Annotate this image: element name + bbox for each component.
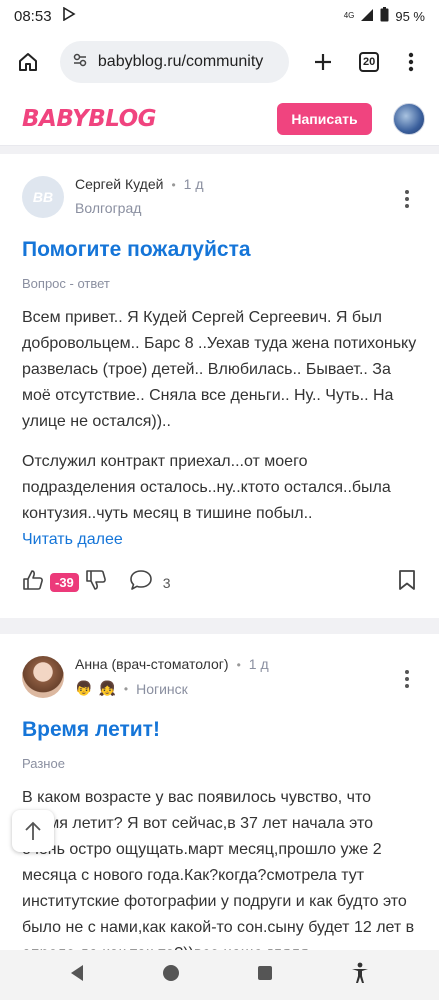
post-paragraph: Отслужил контракт приехал...от моего под… xyxy=(22,453,391,522)
kebab-menu-icon xyxy=(408,52,414,72)
separator-dot: • xyxy=(236,658,241,672)
battery-percent: 95 % xyxy=(395,8,425,24)
arrow-up-icon xyxy=(25,821,41,840)
post-actions: -39 3 xyxy=(22,569,417,596)
post-category[interactable]: Вопрос - ответ xyxy=(22,276,417,291)
post-menu-button[interactable] xyxy=(397,656,417,688)
accessibility-icon[interactable] xyxy=(350,962,370,989)
more-dot xyxy=(405,677,409,681)
author-avatar[interactable] xyxy=(22,656,64,698)
home-button[interactable] xyxy=(8,42,48,82)
post-title[interactable]: Время летит! xyxy=(22,718,417,742)
thumb-up-icon[interactable] xyxy=(22,569,44,596)
post-card: Анна (врач-стоматолог) • 1 д 👦 👧 • Ногинск… xyxy=(0,634,439,954)
author-avatar[interactable]: BB xyxy=(22,176,64,218)
bookmark-icon[interactable] xyxy=(397,569,417,596)
plus-icon xyxy=(315,54,332,70)
site-info-icon[interactable] xyxy=(72,52,88,73)
author-info: Анна (врач-стоматолог) • 1 д 👦 👧 • Ногинск xyxy=(75,656,269,697)
post-card: BB Сергей Кудей • 1 д Волгоград Помогите п… xyxy=(0,154,439,618)
scroll-to-top-button[interactable] xyxy=(12,810,54,852)
comments-count[interactable]: 3 xyxy=(163,575,171,591)
user-avatar[interactable] xyxy=(393,102,425,135)
post-time: 1 д xyxy=(248,656,269,672)
more-dot xyxy=(405,670,409,674)
post-time: 1 д xyxy=(183,176,204,192)
post-author-row: Анна (врач-стоматолог) • 1 д 👦 👧 • Ногинск xyxy=(22,634,417,698)
url-bar[interactable]: babyblog.ru/community xyxy=(59,41,290,83)
more-dot xyxy=(405,190,409,194)
more-dot xyxy=(405,204,409,208)
post-menu-button[interactable] xyxy=(397,176,417,208)
home-nav-button[interactable] xyxy=(162,964,180,987)
author-info: Сергей Кудей • 1 д Волгоград xyxy=(75,176,204,216)
more-dot xyxy=(405,197,409,201)
speech-bubble-icon[interactable] xyxy=(129,569,153,596)
post-category[interactable]: Разное xyxy=(22,756,417,771)
tabs-count: 20 xyxy=(359,52,380,72)
recents-button[interactable] xyxy=(257,965,273,986)
author-location: Ногинск xyxy=(136,680,188,697)
author-name[interactable]: Сергей Кудей xyxy=(75,176,163,192)
system-nav-bar xyxy=(0,950,439,1000)
new-tab-button[interactable] xyxy=(303,42,343,82)
signal-icon xyxy=(360,8,374,25)
author-name[interactable]: Анна (врач-стоматолог) xyxy=(75,656,229,672)
play-protect-icon xyxy=(62,6,76,25)
post-paragraph: В каком возрасте у вас появилось чувство… xyxy=(22,789,415,954)
browser-menu-button[interactable] xyxy=(391,42,431,82)
battery-icon xyxy=(380,7,389,25)
post-paragraph: Всем привет.. Я Кудей Сергей Сергеевич. … xyxy=(22,309,417,430)
girl-child-badge: 👧 xyxy=(98,680,116,696)
separator-dot: • xyxy=(171,178,176,192)
site-header: BABYBLOG Написать xyxy=(0,92,439,146)
write-button[interactable]: Написать xyxy=(277,102,372,135)
post-author-row: BB Сергей Кудей • 1 д Волгоград xyxy=(22,154,417,218)
browser-toolbar: babyblog.ru/community 20 xyxy=(0,32,439,92)
thumb-down-icon[interactable] xyxy=(85,569,107,596)
site-logo[interactable]: BABYBLOG xyxy=(22,106,157,132)
boy-child-badge: 👦 xyxy=(75,680,93,696)
home-icon xyxy=(18,53,37,71)
post-score: -39 xyxy=(50,573,79,592)
separator-dot: • xyxy=(123,681,129,696)
status-bar: 08:53 4G 95 % xyxy=(0,0,439,32)
network-type: 4G xyxy=(343,11,355,20)
tabs-button[interactable]: 20 xyxy=(349,42,389,82)
post-title[interactable]: Помогите пожалуйста xyxy=(22,238,417,262)
more-dot xyxy=(405,684,409,688)
status-time: 08:53 xyxy=(14,7,52,25)
read-more-link[interactable]: Читать далее xyxy=(22,531,417,549)
back-button[interactable] xyxy=(69,964,85,987)
author-location: Волгоград xyxy=(75,200,142,216)
url-text: babyblog.ru/community xyxy=(97,53,264,70)
